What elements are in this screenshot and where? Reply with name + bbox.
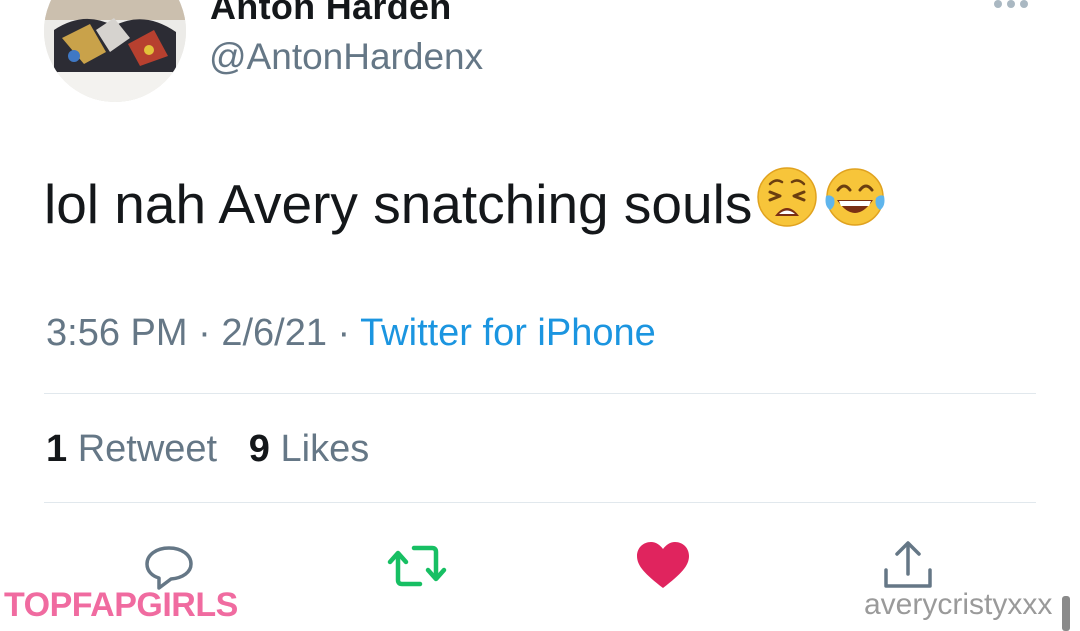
tweet-text: lol nah Avery snatching souls bbox=[44, 166, 888, 241]
watermark-left: TOPFAPGIRLS bbox=[4, 586, 238, 624]
tears-of-joy-icon bbox=[822, 166, 888, 241]
tweet-stats: 1 Retweet 9 Likes bbox=[46, 428, 369, 471]
tweet-source-link[interactable]: Twitter for iPhone bbox=[360, 312, 656, 354]
divider bbox=[44, 393, 1036, 394]
display-name[interactable]: Anton Harden bbox=[210, 0, 452, 28]
like-icon[interactable] bbox=[633, 536, 693, 596]
like-count: 9 bbox=[248, 428, 270, 470]
watermark-right: averycristyxxx bbox=[864, 588, 1053, 621]
meta-separator: · bbox=[187, 312, 222, 354]
tweet-date: 2/6/21 bbox=[221, 312, 327, 354]
retweet-icon[interactable] bbox=[386, 536, 447, 596]
user-handle[interactable]: @AntonHardenx bbox=[209, 36, 483, 78]
likes-label: Likes bbox=[280, 428, 370, 470]
divider bbox=[44, 502, 1036, 503]
meta-separator: · bbox=[326, 312, 361, 354]
more-options-icon[interactable] bbox=[988, 0, 1034, 16]
avatar[interactable] bbox=[44, 0, 186, 102]
weary-face-icon bbox=[756, 166, 818, 241]
scrollbar[interactable] bbox=[1062, 596, 1070, 631]
retweets-stat[interactable]: 1 Retweet bbox=[46, 428, 217, 470]
retweet-count: 1 bbox=[46, 428, 68, 470]
likes-stat[interactable]: 9 Likes bbox=[249, 428, 369, 470]
tweet-meta: 3:56 PM · 2/6/21 · Twitter for iPhone bbox=[46, 312, 656, 355]
tweet-time: 3:56 PM bbox=[46, 312, 188, 354]
tweet-body: lol nah Avery snatching souls bbox=[44, 172, 753, 235]
retweet-label: Retweet bbox=[77, 428, 218, 470]
share-icon[interactable] bbox=[878, 536, 938, 596]
